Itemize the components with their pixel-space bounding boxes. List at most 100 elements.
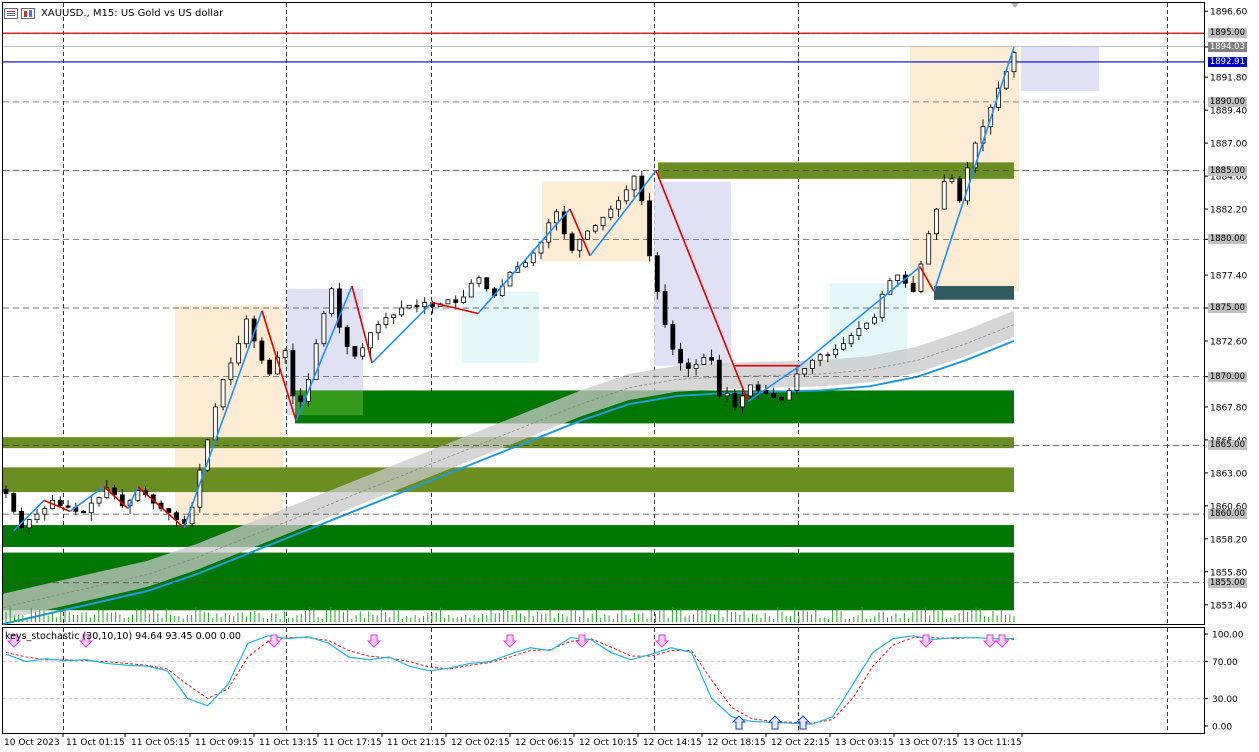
candle-body	[577, 238, 583, 251]
price-tick-label: 1877.40	[1210, 272, 1247, 282]
candle-body	[243, 318, 249, 345]
candle-body	[755, 384, 761, 391]
time-tick-label: 11 Oct 21:15	[387, 738, 446, 748]
candle-body	[476, 277, 482, 284]
sell-arrow-icon	[574, 634, 590, 648]
candle-body	[298, 395, 304, 402]
candle-body	[701, 357, 707, 365]
candle-body	[802, 368, 808, 375]
session-box	[175, 305, 283, 531]
candle-body	[1011, 52, 1017, 73]
chart-shift-marker[interactable]	[1011, 3, 1019, 8]
candle-body	[724, 392, 730, 397]
candle-body	[600, 216, 606, 226]
price-tick-label: 1853.40	[1210, 601, 1247, 611]
candle-body	[693, 363, 699, 369]
price-tick-label: 1887.00	[1210, 140, 1247, 150]
candle-body	[96, 497, 102, 504]
session-box	[1021, 46, 1099, 91]
time-tick-label: 13 Oct 07:15	[899, 738, 958, 748]
sell-arrow-icon	[654, 634, 670, 648]
time-tick-label: 12 Oct 18:15	[707, 738, 766, 748]
candle-body	[34, 513, 40, 520]
indicator-axis: 100.00 70.00 30.00 0.00	[1204, 631, 1244, 733]
candle-body	[910, 282, 916, 292]
price-level-label: 1880.00	[1208, 234, 1247, 245]
candle-body	[771, 392, 777, 398]
price-level-label: 1870.00	[1208, 371, 1247, 382]
candle-body	[608, 208, 614, 218]
candle-body	[267, 359, 273, 375]
candle-body	[654, 255, 660, 292]
stochastic-lines	[5, 635, 1015, 725]
sell-arrow-icon	[502, 634, 518, 648]
candle-body	[833, 348, 839, 356]
time-tick-label: 11 Oct 09:15	[195, 738, 254, 748]
candle-body	[368, 332, 373, 349]
candle-body	[329, 288, 335, 314]
chart-header: XAUUSD., M15: US Gold vs US dollar	[4, 5, 223, 21]
indicator-tick-label: 100.00	[1212, 631, 1244, 641]
candle-body	[670, 324, 676, 350]
candle-body	[616, 200, 621, 210]
candle-body	[685, 362, 691, 369]
price-level-label: 1890.00	[1208, 96, 1247, 107]
candle-body	[399, 307, 404, 316]
time-tick-label: 11 Oct 17:15	[323, 738, 382, 748]
candle-body	[709, 357, 714, 361]
candle-body	[11, 493, 17, 512]
time-tick-label: 12 Oct 10:15	[579, 738, 638, 748]
candle-body	[810, 359, 815, 369]
candle-body	[523, 262, 528, 268]
price-level-label: 1895.00	[1208, 28, 1247, 39]
candle-body	[88, 502, 94, 514]
candle-body	[825, 354, 831, 357]
stoch-signal-line	[5, 637, 1015, 724]
time-tick-label: 12 Oct 02:15	[451, 738, 510, 748]
candle-body	[461, 296, 466, 303]
time-tick-label: 11 Oct 13:15	[259, 738, 318, 748]
candle-body	[57, 499, 63, 507]
price-tick-label: 1872.60	[1210, 337, 1247, 347]
time-tick-label: 12 Oct 14:15	[643, 738, 702, 748]
candle-body	[391, 314, 397, 319]
session-box	[654, 181, 731, 366]
trading-icon[interactable]	[21, 7, 35, 19]
candle-body	[554, 211, 559, 224]
candle-body	[631, 175, 637, 191]
price-level-label: 1865.00	[1208, 440, 1247, 451]
candle-body	[747, 384, 753, 397]
candle-body	[740, 395, 746, 408]
candle-body	[174, 512, 179, 520]
price-level-label: 1885.00	[1208, 165, 1247, 176]
price-tick-label: 1891.80	[1210, 74, 1247, 84]
candle-body	[344, 326, 350, 347]
candle-body	[352, 346, 358, 357]
candle-body	[3, 488, 9, 494]
chart-menu-icon[interactable]	[4, 7, 18, 19]
candle-body	[895, 274, 901, 281]
time-axis: 10 Oct 2023 11 Oct 01:15 11 Oct 05:15 11 Oc…	[4, 733, 1023, 748]
candle-body	[732, 392, 738, 408]
indicator-title: keys_stochastic (30,10,10) 94.64 93.45 0…	[5, 631, 241, 642]
price-level-label: 1855.00	[1208, 577, 1247, 588]
candle-body	[794, 373, 800, 391]
sell-arrow-icon	[994, 634, 1010, 648]
candle-body	[926, 233, 932, 265]
candle-body	[282, 350, 288, 358]
price-tick-label: 1867.80	[1210, 403, 1247, 413]
price-tick-label: 1889.40	[1210, 107, 1247, 117]
supply-zone	[934, 286, 1014, 300]
chart-window[interactable]: 1896.601894.001891.801889.401887.001884.…	[0, 0, 1259, 752]
candle-body	[662, 291, 668, 325]
candle-body	[360, 347, 366, 357]
candle-body	[864, 322, 870, 330]
sell-arrow-icon	[366, 634, 382, 648]
candle-body	[941, 181, 947, 210]
price-level-label: 1875.00	[1208, 303, 1247, 313]
candle-body	[228, 362, 234, 380]
candle-body	[112, 487, 117, 496]
price-tick-label: 1882.20	[1210, 206, 1247, 216]
candle-body	[623, 189, 629, 202]
candle-body	[135, 490, 141, 501]
